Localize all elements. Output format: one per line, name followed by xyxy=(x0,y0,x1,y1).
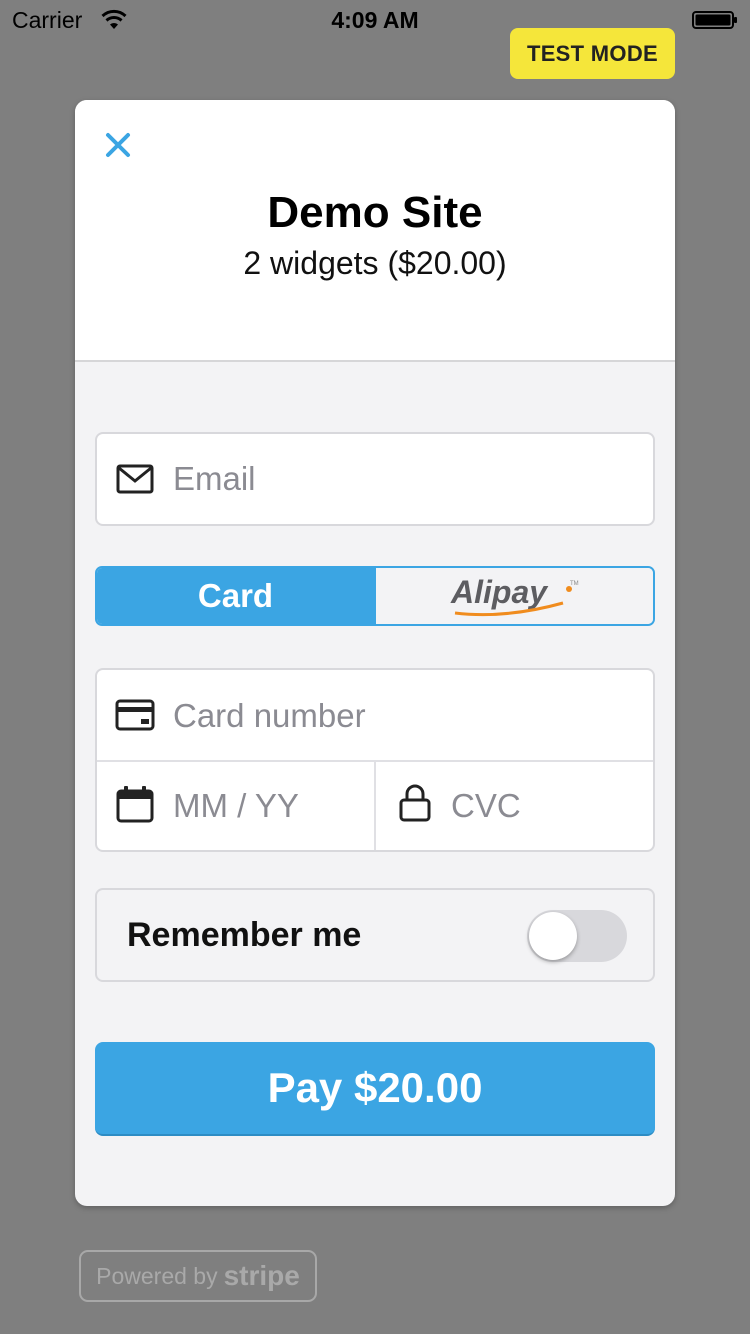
cvc-input[interactable] xyxy=(451,786,641,826)
powered-by-stripe-badge[interactable]: Powered by stripe xyxy=(79,1250,317,1302)
tab-alipay[interactable]: Alipay TM xyxy=(374,568,653,624)
remember-me-label: Remember me xyxy=(127,916,362,954)
tab-card-label: Card xyxy=(197,577,274,614)
pay-button[interactable]: Pay $20.00 xyxy=(95,1042,655,1136)
site-title: Demo Site xyxy=(267,188,483,237)
alipay-logo: Alipay TM xyxy=(450,574,579,617)
battery-icon xyxy=(692,11,737,29)
test-mode-badge: TEST MODE xyxy=(510,28,675,79)
tab-card[interactable]: Card xyxy=(97,568,374,624)
svg-text:Alipay: Alipay xyxy=(450,574,549,610)
payment-method-selector: Card Alipay TM xyxy=(95,566,655,626)
card-divider-vertical xyxy=(374,761,376,850)
email-field[interactable] xyxy=(95,432,655,526)
remember-me-toggle[interactable] xyxy=(527,910,627,962)
envelope-icon xyxy=(116,464,154,494)
toggle-knob xyxy=(529,912,577,960)
email-input[interactable] xyxy=(173,459,633,499)
checkout-header: Demo Site 2 widgets ($20.00) xyxy=(75,100,675,362)
lock-icon xyxy=(399,784,431,822)
credit-card-icon xyxy=(115,699,155,731)
calendar-icon xyxy=(116,786,154,823)
checkout-modal: Demo Site 2 widgets ($20.00) Card Alipay… xyxy=(75,100,675,1206)
close-icon[interactable] xyxy=(103,130,133,160)
stripe-logo: stripe xyxy=(223,1260,300,1291)
order-description: 2 widgets ($20.00) xyxy=(243,245,507,281)
card-number-input[interactable] xyxy=(173,696,633,736)
svg-text:TM: TM xyxy=(570,581,579,587)
remember-me-row: Remember me xyxy=(95,888,655,982)
expiry-input[interactable] xyxy=(173,786,363,826)
card-details-group xyxy=(95,668,655,852)
powered-by-label: Powered by xyxy=(96,1262,218,1289)
